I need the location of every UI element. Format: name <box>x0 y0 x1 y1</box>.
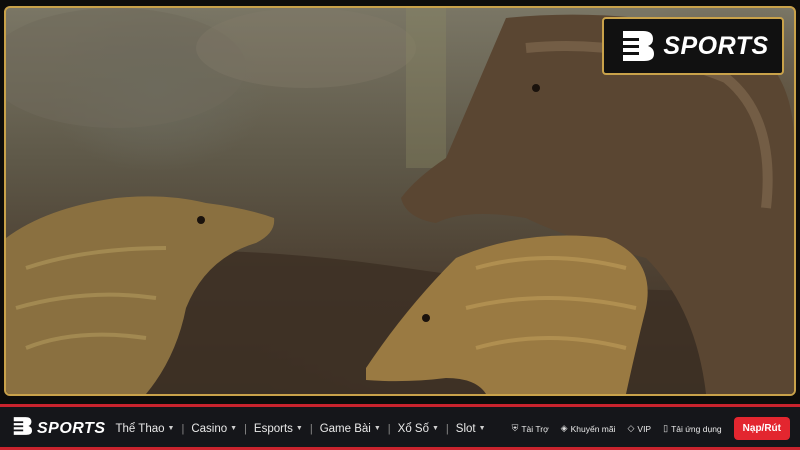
nav-separator: | <box>181 422 185 435</box>
brand-logo[interactable]: SPORTS <box>602 17 784 75</box>
caret-down-icon: ▼ <box>230 425 238 432</box>
diamond-icon: ◇ <box>627 423 635 433</box>
deposit-withdraw-button[interactable]: Nạp/Rút <box>733 417 790 440</box>
nav-separator: | <box>244 422 247 435</box>
nav-brand-name: SPORTS <box>37 419 106 437</box>
nav-item-game-bai[interactable]: Game Bài ▼ <box>320 423 381 435</box>
phone-icon: ▯ <box>663 423 669 433</box>
nav-item-label: Thể Thao <box>115 422 165 435</box>
tag-icon: ◈ <box>560 423 568 433</box>
util-tai-tro[interactable]: ⛨ Tài Trợ <box>512 423 549 434</box>
nav-separator: | <box>445 422 449 435</box>
nav-separator: | <box>387 422 391 435</box>
caret-down-icon: ▼ <box>373 425 381 432</box>
main-navbar: SPORTS Thể Thao ▼ | Casino ▼ | Esports ▼… <box>0 404 800 450</box>
util-label: Khuyến mãi <box>570 423 616 434</box>
nav-item-label: Game Bài <box>319 422 371 435</box>
nav-item-slot[interactable]: Slot ▼ <box>456 423 486 435</box>
nav-item-label: Xổ Số <box>397 422 429 435</box>
caret-down-icon: ▼ <box>167 425 175 432</box>
util-khuyen-mai[interactable]: ◈ Khuyến mãi <box>561 423 616 434</box>
nav-item-esports[interactable]: Esports ▼ <box>254 423 303 435</box>
hero-banner: SPORTS <box>4 6 796 396</box>
nav-item-casino[interactable]: Casino ▼ <box>191 423 237 435</box>
nav-item-the-thao[interactable]: Thể Thao ▼ <box>116 423 175 435</box>
util-label: Tài Trợ <box>521 423 549 434</box>
nav-item-label: Slot <box>455 422 476 435</box>
brand-name: SPORTS <box>663 31 769 60</box>
caret-down-icon: ▼ <box>431 425 439 432</box>
shield-icon: ⛨ <box>511 423 519 433</box>
nav-item-xo-so[interactable]: Xổ Số ▼ <box>398 423 439 435</box>
b-logo-icon <box>10 416 34 441</box>
nav-item-label: Esports <box>253 422 293 435</box>
util-label: Tải ứng dụng <box>671 423 722 434</box>
nav-separator: | <box>309 422 313 435</box>
nav-utilities: ⛨ Tài Trợ ◈ Khuyến mãi ◇ VIP ▯ Tải ứng d… <box>512 417 790 440</box>
b-logo-icon <box>617 29 657 63</box>
nav-menu: Thể Thao ▼ | Casino ▼ | Esports ▼ | Game… <box>116 423 486 435</box>
nav-brand-logo[interactable]: SPORTS <box>10 416 106 441</box>
nav-item-label: Casino <box>191 422 228 435</box>
caret-down-icon: ▼ <box>295 425 303 432</box>
util-tai-ung-dung[interactable]: ▯ Tải ứng dụng <box>663 423 722 434</box>
util-vip[interactable]: ◇ VIP <box>627 423 651 434</box>
util-label: VIP <box>637 423 652 434</box>
caret-down-icon: ▼ <box>478 425 486 432</box>
